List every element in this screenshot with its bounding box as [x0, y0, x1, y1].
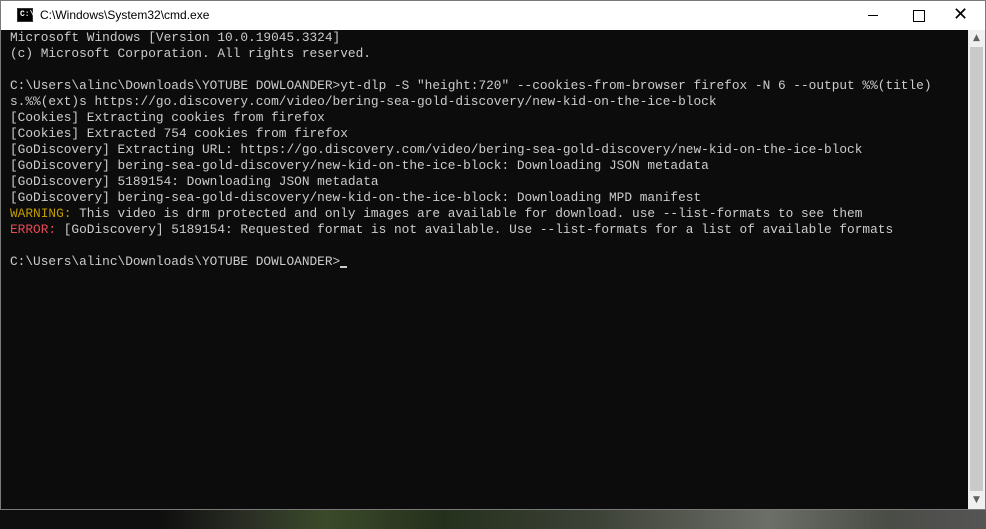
window-title: C:\Windows\System32\cmd.exe — [40, 8, 210, 22]
console-line: [GoDiscovery] bering-sea-gold-discovery/… — [10, 158, 709, 173]
console-line: Microsoft Windows [Version 10.0.19045.33… — [10, 30, 341, 45]
cmd-icon[interactable]: C:\ — [17, 8, 35, 22]
console-line: C:\Users\alinc\Downloads\YOTUBE DOWLOAND… — [10, 78, 932, 93]
cmd-icon-text: C:\ — [20, 10, 35, 19]
text-cursor — [340, 266, 348, 268]
scroll-up-arrow-icon[interactable]: ▲ — [968, 30, 985, 47]
maximize-button[interactable] — [896, 1, 942, 30]
warning-line: WARNING: This video is drm protected and… — [10, 206, 862, 222]
minimize-button[interactable] — [850, 1, 896, 30]
desktop-wallpaper-strip — [0, 509, 986, 529]
console-output[interactable]: Microsoft Windows [Version 10.0.19045.33… — [9, 30, 967, 508]
prompt-line[interactable]: C:\Users\alinc\Downloads\YOTUBE DOWLOAND… — [10, 254, 348, 270]
console-line: s.%%(ext)s https://go.discovery.com/vide… — [10, 94, 717, 109]
cmd-window[interactable]: C:\ C:\Windows\System32\cmd.exe ✕ Micros… — [0, 0, 986, 510]
close-icon: ✕ — [953, 4, 969, 25]
minimize-icon — [868, 15, 878, 16]
warning-message: This video is drm protected and only ima… — [71, 206, 863, 221]
console-line: [GoDiscovery] 5189154: Downloading JSON … — [10, 174, 379, 189]
error-line: ERROR: [GoDiscovery] 5189154: Requested … — [10, 222, 893, 238]
maximize-icon — [913, 10, 925, 22]
console-line: (c) Microsoft Corporation. All rights re… — [10, 46, 371, 61]
scroll-down-arrow-icon[interactable]: ▼ — [968, 492, 985, 509]
title-bar[interactable]: C:\ C:\Windows\System32\cmd.exe ✕ — [1, 1, 985, 30]
error-message: [GoDiscovery] 5189154: Requested format … — [56, 222, 894, 237]
console-line: [GoDiscovery] Extracting URL: https://go… — [10, 142, 863, 157]
error-prefix: ERROR: — [10, 222, 57, 237]
vertical-scrollbar[interactable]: ▲ ▼ — [968, 30, 985, 509]
console-line: [Cookies] Extracting cookies from firefo… — [10, 110, 325, 125]
scrollbar-thumb[interactable] — [970, 47, 983, 491]
close-button[interactable]: ✕ — [939, 1, 985, 30]
console-line: [Cookies] Extracted 754 cookies from fir… — [10, 126, 348, 141]
command-prompt: C:\Users\alinc\Downloads\YOTUBE DOWLOAND… — [10, 254, 341, 269]
console-line: [GoDiscovery] bering-sea-gold-discovery/… — [10, 190, 702, 205]
warning-prefix: WARNING: — [10, 206, 72, 221]
